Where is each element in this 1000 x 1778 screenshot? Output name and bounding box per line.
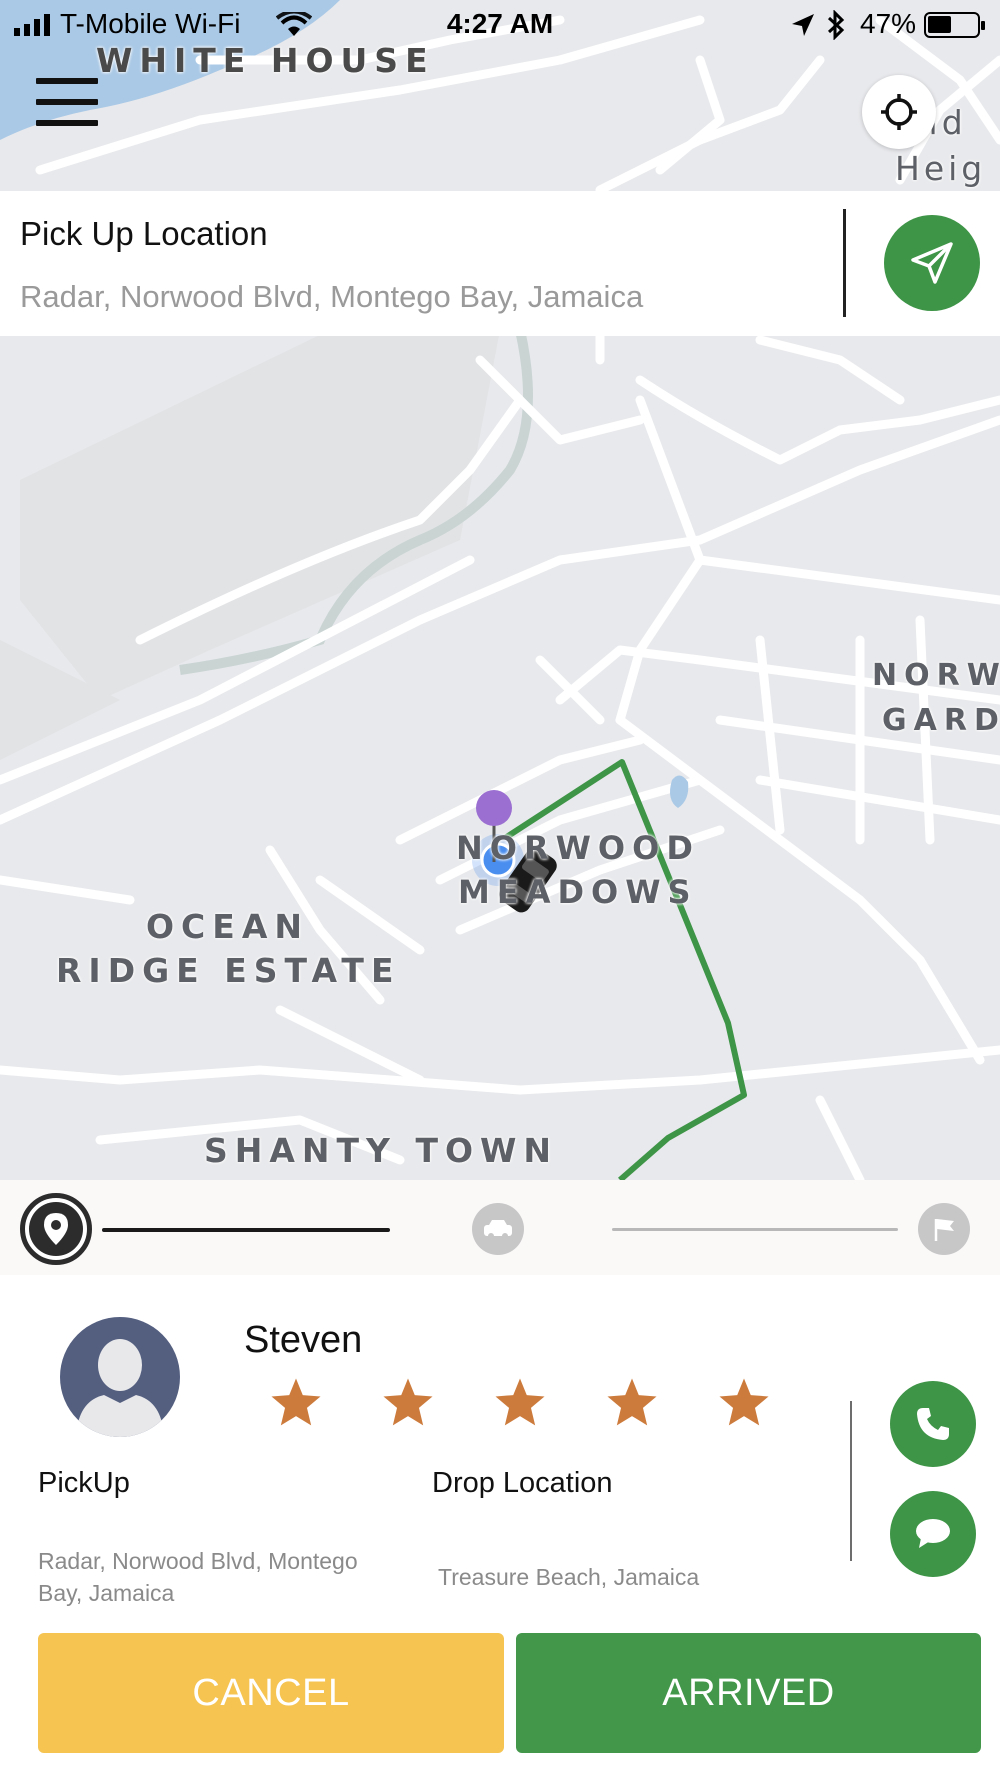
progress-line-completed [102, 1228, 390, 1232]
map-label-norwood-gardens-1: NORW [872, 658, 1000, 693]
pickup-location-panel: Pick Up Location Radar, Norwood Blvd, Mo… [0, 191, 1000, 336]
card-divider [850, 1401, 852, 1561]
status-bar: T-Mobile Wi-Fi 4:27 AM 47% [0, 0, 1000, 50]
chat-bubble-icon [916, 1519, 950, 1548]
arrived-button[interactable]: ARRIVED [516, 1633, 981, 1753]
trip-progress [0, 1180, 1000, 1275]
drop-address: Treasure Beach, Jamaica [438, 1564, 700, 1590]
send-arrow-icon [911, 242, 953, 284]
avatar [60, 1317, 180, 1437]
navigate-button[interactable] [884, 215, 980, 311]
battery-percent: 47% [860, 8, 917, 39]
crosshair-icon [881, 94, 917, 130]
user-avatar-icon [76, 1339, 164, 1437]
map-label-ocean-ridge-1: OCEAN [146, 907, 309, 946]
call-button[interactable] [890, 1381, 976, 1467]
phone-icon [917, 1408, 949, 1440]
pickup-location-address[interactable]: Radar, Norwood Blvd, Montego Bay, Jamaic… [20, 279, 643, 315]
map-view[interactable]: WHITE HOUSE vid Heig NORW GARD NORWOOD M… [0, 0, 1000, 1180]
hamburger-icon [36, 78, 98, 84]
step-pickup [20, 1193, 92, 1265]
step-car [472, 1203, 524, 1255]
car-icon [484, 1220, 512, 1239]
pickup-address: Radar, Norwood Blvd, Montego Bay, Jamaic… [38, 1548, 358, 1606]
battery-fill [928, 16, 952, 33]
clock: 4:27 AM [446, 8, 554, 39]
chat-button[interactable] [890, 1491, 976, 1577]
battery-icon [924, 12, 985, 38]
step-finish [918, 1203, 970, 1255]
map-label-norwood-meadows-2: MEADOWS [458, 873, 698, 911]
menu-button[interactable] [36, 78, 98, 140]
bluetooth-icon [827, 10, 845, 40]
recenter-button[interactable] [862, 75, 936, 149]
map-label-ocean-ridge-2: RIDGE ESTATE [56, 951, 401, 990]
finish-flag-icon [934, 1219, 954, 1241]
pickup-label: PickUp [38, 1467, 130, 1499]
star-icon [607, 1378, 657, 1426]
map-label-shanty-town: SHANTY TOWN [204, 1131, 559, 1170]
pickup-pin-icon [44, 1213, 68, 1245]
progress-line-pending [612, 1228, 898, 1231]
pickup-panel-divider [843, 209, 846, 317]
location-arrow-icon [792, 14, 814, 36]
cancel-button[interactable]: CANCEL [38, 1633, 504, 1753]
map-label-norwood-gardens-2: GARD [882, 703, 1000, 738]
drop-location-label: Drop Location [432, 1467, 613, 1499]
passenger-name: Steven [244, 1319, 363, 1361]
star-icon [271, 1378, 321, 1426]
map-label-providence-2: Heig [895, 149, 987, 188]
star-icon [383, 1378, 433, 1426]
star-icon [495, 1378, 545, 1426]
pickup-location-title: Pick Up Location [20, 215, 268, 252]
map-roads [0, 0, 1000, 1180]
map-label-norwood-meadows-1: NORWOOD [456, 829, 700, 867]
star-icon [719, 1378, 769, 1426]
